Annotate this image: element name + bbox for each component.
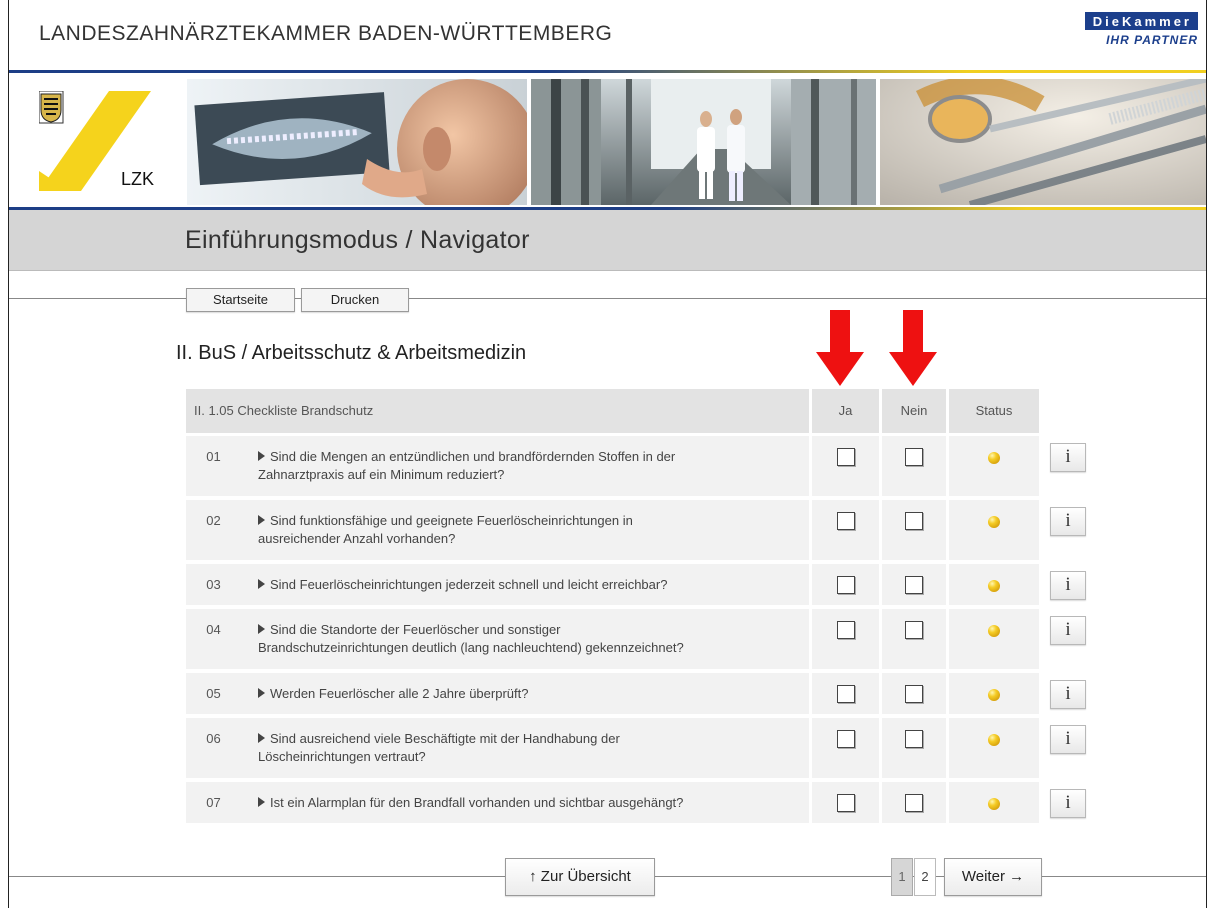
table-row: 06 Sind ausreichend viele Beschäftigte mi… [186,718,1039,778]
question-text: Sind die Standorte der Feuerlöscher und … [258,621,798,657]
banner-photo-corridor [531,79,876,205]
lzk-logo-text: LZK [121,169,154,189]
question-line-2: Brandschutzeinrichtungen deutlich (lang … [258,640,684,655]
row-number: 03 [206,577,221,592]
table-row: 04 Sind die Standorte der Feuerlöscher un… [186,609,1039,669]
row-number: 02 [206,513,221,528]
banner: LZK [9,73,1206,207]
ihr-partner-logo-text: IHR PARTNER [1106,33,1198,47]
yes-checkbox[interactable] [837,621,855,639]
status-dot-icon [988,798,1000,810]
question-text: Sind die Mengen an entzündlichen und bra… [258,448,798,484]
print-button[interactable]: Drucken [301,288,409,312]
next-button[interactable]: Weiter → [944,858,1042,896]
table-row: 01 Sind die Mengen an entzündlichen und b… [186,436,1039,496]
no-checkbox[interactable] [905,685,923,703]
question-line-2: Löscheinrichtungen vertraut? [258,749,426,764]
info-button[interactable]: i [1050,571,1086,600]
no-checkbox[interactable] [905,794,923,812]
no-checkbox[interactable] [905,621,923,639]
row-number: 07 [206,795,221,810]
row-number: 04 [206,622,221,637]
yes-checkbox[interactable] [837,576,855,594]
info-button[interactable]: i [1050,443,1086,472]
question-line-1: Sind ausreichend viele Beschäftigte mit … [270,731,620,746]
no-checkbox[interactable] [905,576,923,594]
question-line-2: Zahnarztpraxis auf ein Minimum reduziert… [258,467,505,482]
red-arrow-down-icon [816,310,864,386]
status-dot-icon [988,625,1000,637]
question-line-1: Sind funktionsfähige und geeignete Feuer… [270,513,633,528]
table-row: 05 Werden Feuerlöscher alle 2 Jahre überp… [186,673,1039,714]
triangle-right-icon [258,688,265,698]
yes-checkbox[interactable] [837,685,855,703]
home-button[interactable]: Startseite [186,288,295,312]
section-title: II. BuS / Arbeitsschutz & Arbeitsmedizin [176,342,527,364]
triangle-right-icon [258,451,265,461]
question-text: Ist ein Alarmplan für den Brandfall vorh… [258,794,798,812]
question-line-1: Werden Feuerlöscher alle 2 Jahre überprü… [270,686,529,701]
die-kammer-logo-text: DieKammer [1084,12,1198,30]
yes-checkbox[interactable] [837,448,855,466]
page-1-button[interactable]: 1 [891,858,913,896]
question-line-1: Sind die Standorte der Feuerlöscher und … [270,622,561,637]
triangle-right-icon [258,797,265,807]
yes-checkbox[interactable] [837,794,855,812]
info-button[interactable]: i [1050,789,1086,818]
org-title: LANDESZAHNÄRZTEKAMMER BADEN-WÜRTTEMBERG [39,22,613,45]
info-button[interactable]: i [1050,507,1086,536]
title-bar: Einführungsmodus / Navigator [9,210,1206,271]
question-line-1: Sind die Mengen an entzündlichen und bra… [270,449,676,464]
column-no-header: Nein [900,403,928,418]
info-button[interactable]: i [1050,680,1086,709]
die-kammer-logo: DieKammer IHR PARTNER [1048,12,1198,47]
triangle-right-icon [258,515,265,525]
info-button[interactable]: i [1050,725,1086,754]
yes-checkbox[interactable] [837,512,855,530]
row-number: 01 [206,449,221,464]
no-checkbox[interactable] [905,448,923,466]
status-dot-icon [988,689,1000,701]
lzk-logo: LZK [39,91,154,191]
status-dot-icon [988,580,1000,592]
column-yes-header: Ja [838,403,853,418]
row-number: 05 [206,686,221,701]
table-row: 07 Ist ein Alarmplan für den Brandfall vo… [186,782,1039,823]
header: LANDESZAHNÄRZTEKAMMER BADEN-WÜRTTEMBERG … [9,0,1206,70]
page-title: Einführungsmodus / Navigator [185,226,530,254]
table-header-title: II. 1.05 Checkliste Brandschutz [194,403,374,418]
no-checkbox[interactable] [905,730,923,748]
question-line-1: Ist ein Alarmplan für den Brandfall vorh… [270,795,684,810]
question-line-2: ausreichender Anzahl vorhanden? [258,531,456,546]
info-button[interactable]: i [1050,616,1086,645]
status-dot-icon [988,734,1000,746]
page-2-button[interactable]: 2 [914,858,936,896]
status-dot-icon [988,516,1000,528]
banner-photo-instruments [880,79,1206,205]
question-text: Sind ausreichend viele Beschäftigte mit … [258,730,798,766]
triangle-right-icon [258,624,265,634]
yes-checkbox[interactable] [837,730,855,748]
question-line-1: Sind Feuerlöscheinrichtungen jederzeit s… [270,577,668,592]
overview-button[interactable]: ↑ Zur Übersicht [505,858,655,896]
triangle-right-icon [258,733,265,743]
table-header: II. 1.05 Checkliste Brandschutz Ja Nein … [186,389,1039,433]
triangle-right-icon [258,579,265,589]
red-arrow-down-icon [889,310,937,386]
table-row: 02 Sind funktionsfähige und geeignete Feu… [186,500,1039,560]
status-dot-icon [988,452,1000,464]
table-row: 03 Sind Feuerlöscheinrichtungen jederzeit… [186,564,1039,605]
banner-photo-xray [187,79,527,205]
row-number: 06 [206,731,221,746]
column-status-header: Status [975,403,1013,418]
no-checkbox[interactable] [905,512,923,530]
question-text: Werden Feuerlöscher alle 2 Jahre überprü… [258,685,798,703]
question-text: Sind funktionsfähige und geeignete Feuer… [258,512,798,548]
question-text: Sind Feuerlöscheinrichtungen jederzeit s… [258,576,798,594]
